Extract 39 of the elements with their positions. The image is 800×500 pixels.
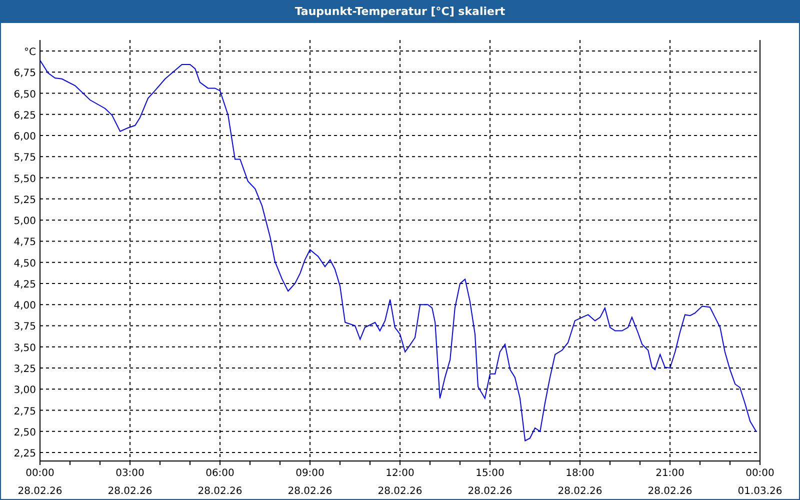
y-tick-label: 2,75 <box>14 406 36 418</box>
y-tick-label: 6,00 <box>14 132 36 143</box>
x-tick-label: 21:00 <box>656 468 684 479</box>
y-tick-label: 5,75 <box>14 152 36 164</box>
x-tick-date: 28.02.26 <box>288 486 332 497</box>
x-tick-label: 00:00 <box>746 468 774 479</box>
x-tick-date: 28.02.26 <box>378 486 422 497</box>
y-tick-label: 5,25 <box>14 194 36 206</box>
x-tick-label: 06:00 <box>206 468 234 479</box>
x-tick-date: 28.02.26 <box>108 486 152 497</box>
y-tick-label: 5,50 <box>14 174 36 185</box>
x-tick-label: 18:00 <box>566 468 594 479</box>
x-tick-date: 28.02.26 <box>18 486 62 497</box>
x-tick-date: 28.02.26 <box>198 486 242 497</box>
x-tick-date: 28.02.26 <box>648 486 692 497</box>
y-tick-label: 4,00 <box>14 300 36 312</box>
x-tick-date: 28.02.26 <box>468 486 512 497</box>
x-tick-label: 00:00 <box>26 468 54 479</box>
x-tick-label: 12:00 <box>386 468 414 479</box>
x-tick-date: 28.02.26 <box>558 486 602 497</box>
y-tick-label: 3,00 <box>14 385 36 396</box>
x-tick-label: 15:00 <box>476 468 504 479</box>
y-tick-label: 2,50 <box>14 427 36 438</box>
y-tick-label: 6,75 <box>14 68 36 80</box>
y-tick-label: 6,25 <box>14 110 36 122</box>
y-tick-label: 6,50 <box>14 89 36 100</box>
y-tick-label: °C <box>24 47 36 58</box>
y-tick-label: 3,50 <box>14 342 36 354</box>
y-tick-label: 3,75 <box>14 322 36 333</box>
y-tick-label: 3,25 <box>14 364 36 375</box>
x-tick-label: 09:00 <box>296 468 324 479</box>
x-tick-date: 01.03.26 <box>738 486 782 497</box>
y-tick-label: 5,00 <box>14 216 36 228</box>
window-title: Taupunkt-Temperatur [°C] skaliert <box>294 5 506 18</box>
y-tick-label: 4,25 <box>14 279 36 290</box>
x-tick-label: 03:00 <box>116 468 144 479</box>
y-tick-label: 2,25 <box>14 448 36 460</box>
y-tick-label: 4,50 <box>14 258 36 270</box>
y-tick-label: 4,75 <box>14 237 36 248</box>
